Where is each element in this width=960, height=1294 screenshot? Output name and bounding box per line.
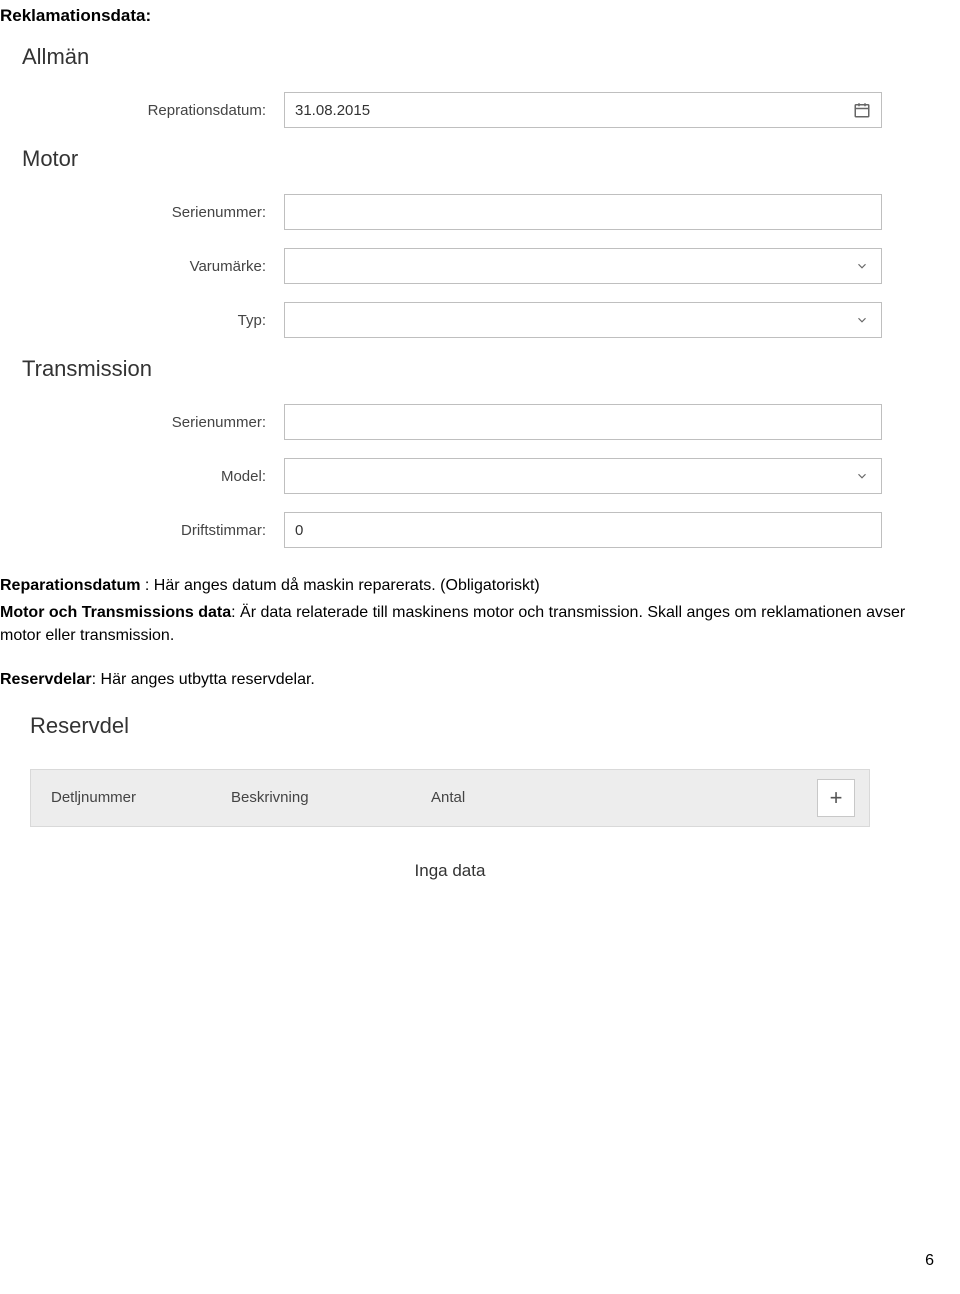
form-area: Allmän Reprationsdatum: 31.08.2015 Motor… [0, 44, 882, 548]
row-trans-serial: Serienummer: [22, 404, 882, 440]
no-data-text: Inga data [30, 861, 870, 881]
explanation-block: Reparationsdatum : Här anges datum då ma… [0, 574, 946, 691]
row-trans-hours: Driftstimmar: 0 [22, 512, 882, 548]
col-quantity: Antal [431, 789, 591, 806]
explain-reservdelar-label: Reservdelar [0, 671, 92, 688]
explain-repair-date-rest: : Här anges datum då maskin reparerats. … [140, 577, 539, 594]
repair-date-value: 31.08.2015 [295, 102, 370, 119]
explain-motor-trans: Motor och Transmissions data: Är data re… [0, 601, 946, 647]
label-trans-model: Model: [22, 468, 284, 485]
explain-motor-trans-label: Motor och Transmissions data [0, 604, 231, 621]
trans-hours-value: 0 [295, 522, 303, 539]
trans-hours-input[interactable]: 0 [284, 512, 882, 548]
label-repair-date: Reprationsdatum: [22, 102, 284, 119]
label-trans-serial: Serienummer: [22, 414, 284, 431]
explain-repair-date-label: Reparationsdatum [0, 577, 140, 594]
chevron-down-icon [855, 313, 869, 327]
section-head-motor: Motor [22, 146, 882, 172]
label-motor-serial: Serienummer: [22, 204, 284, 221]
row-motor-type: Typ: [22, 302, 882, 338]
explain-repair-date: Reparationsdatum : Här anges datum då ma… [0, 574, 946, 597]
reservdel-area: Reservdel Detljnummer Beskrivning Antal … [0, 713, 870, 881]
trans-model-select[interactable] [284, 458, 882, 494]
calendar-icon[interactable] [853, 101, 871, 119]
label-motor-brand: Varumärke: [22, 258, 284, 275]
page-title: Reklamationsdata: [0, 6, 946, 26]
chevron-down-icon [855, 469, 869, 483]
label-trans-hours: Driftstimmar: [22, 522, 284, 539]
row-motor-brand: Varumärke: [22, 248, 882, 284]
motor-serial-input[interactable] [284, 194, 882, 230]
explain-reservdelar-rest: : Här anges utbytta reservdelar. [92, 671, 315, 688]
parts-table-header: Detljnummer Beskrivning Antal + [30, 769, 870, 827]
row-motor-serial: Serienummer: [22, 194, 882, 230]
motor-type-select[interactable] [284, 302, 882, 338]
section-head-reservdel: Reservdel [30, 713, 870, 739]
explain-reservdelar: Reservdelar: Här anges utbytta reservdel… [0, 668, 946, 691]
motor-brand-select[interactable] [284, 248, 882, 284]
plus-icon: + [830, 785, 843, 811]
col-description: Beskrivning [231, 789, 431, 806]
trans-serial-input[interactable] [284, 404, 882, 440]
repair-date-input[interactable]: 31.08.2015 [284, 92, 882, 128]
label-motor-type: Typ: [22, 312, 284, 329]
col-detail-number: Detljnummer [51, 789, 231, 806]
add-row-button[interactable]: + [817, 779, 855, 817]
row-repair-date: Reprationsdatum: 31.08.2015 [22, 92, 882, 128]
chevron-down-icon [855, 259, 869, 273]
section-head-transmission: Transmission [22, 356, 882, 382]
row-trans-model: Model: [22, 458, 882, 494]
section-head-general: Allmän [22, 44, 882, 70]
page-number: 6 [925, 1252, 934, 1270]
